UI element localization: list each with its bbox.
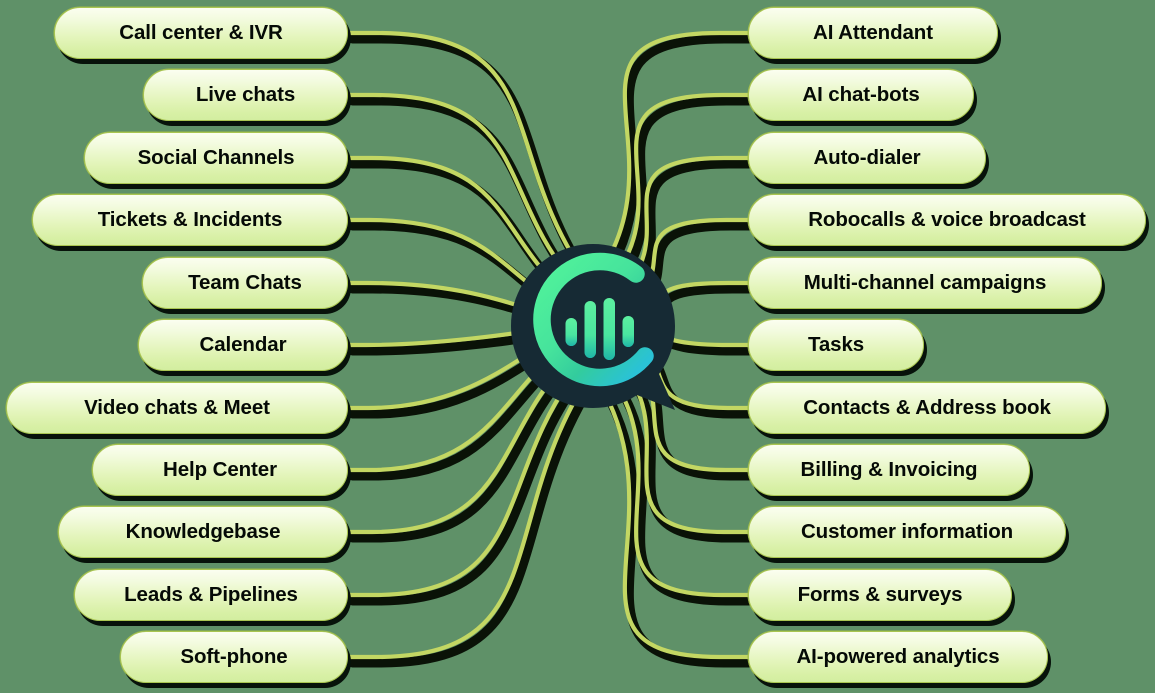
feature-pill-live-chats[interactable]: Live chats — [143, 69, 348, 121]
feature-pill-label: Team Chats — [188, 270, 302, 294]
feature-pill-soft-phone[interactable]: Soft-phone — [120, 631, 348, 683]
feature-pill-label: Customer information — [800, 519, 1014, 543]
feature-pill-label: Auto-dialer — [813, 145, 921, 169]
waveform-bar-2 — [584, 301, 596, 358]
feature-pill-video-chats-and-meet[interactable]: Video chats & Meet — [6, 382, 348, 434]
feature-pill-label: Robocalls & voice broadcast — [808, 207, 1086, 231]
feature-pill-label: Live chats — [195, 82, 296, 106]
feature-pill-contacts-and-address-book[interactable]: Contacts & Address book — [748, 382, 1106, 434]
feature-pill-label: Video chats & Meet — [84, 395, 270, 419]
feature-pill-label: Billing & Invoicing — [800, 457, 978, 481]
waveform-bar-4 — [622, 316, 634, 347]
feature-pill-label: Tasks — [807, 332, 865, 356]
feature-pill-calendar[interactable]: Calendar — [138, 319, 348, 371]
platform-logo — [505, 238, 681, 418]
feature-pill-label: Help Center — [163, 457, 277, 481]
feature-pill-social-channels[interactable]: Social Channels — [84, 132, 348, 184]
feature-pill-ai-attendant[interactable]: AI Attendant — [748, 7, 998, 59]
feature-pill-customer-information[interactable]: Customer information — [748, 506, 1066, 558]
feature-pill-label: Tickets & Incidents — [97, 207, 283, 231]
feature-pill-label: Soft-phone — [180, 644, 288, 668]
feature-pill-label: Knowledgebase — [125, 519, 281, 543]
feature-pill-leads-and-pipelines[interactable]: Leads & Pipelines — [74, 569, 348, 621]
feature-pill-label: AI chat-bots — [802, 82, 920, 106]
feature-pill-label: Contacts & Address book — [803, 395, 1051, 419]
feature-pill-label: Multi-channel campaigns — [803, 270, 1047, 294]
feature-pill-label: Forms & surveys — [797, 582, 963, 606]
feature-pill-label: Leads & Pipelines — [124, 582, 298, 606]
feature-pill-label: Call center & IVR — [119, 20, 283, 44]
feature-pill-label: Social Channels — [137, 145, 295, 169]
feature-pill-call-center-and-ivr[interactable]: Call center & IVR — [54, 7, 348, 59]
feature-pill-robocalls-and-voice-broadcast[interactable]: Robocalls & voice broadcast — [748, 194, 1146, 246]
feature-pill-label: AI-powered analytics — [796, 644, 1000, 668]
feature-pill-tickets-and-incidents[interactable]: Tickets & Incidents — [32, 194, 348, 246]
feature-pill-label: AI Attendant — [813, 20, 933, 44]
feature-pill-billing-and-invoicing[interactable]: Billing & Invoicing — [748, 444, 1030, 496]
waveform-bar-3 — [603, 298, 615, 360]
feature-pill-auto-dialer[interactable]: Auto-dialer — [748, 132, 986, 184]
feature-pill-help-center[interactable]: Help Center — [92, 444, 348, 496]
feature-pill-ai-chat-bots[interactable]: AI chat-bots — [748, 69, 974, 121]
feature-pill-label: Calendar — [199, 332, 287, 356]
feature-pill-tasks[interactable]: Tasks — [748, 319, 924, 371]
feature-pill-multi-channel-campaigns[interactable]: Multi-channel campaigns — [748, 257, 1102, 309]
feature-pill-ai-powered-analytics[interactable]: AI-powered analytics — [748, 631, 1048, 683]
connector-left-soft-phone-shadow — [348, 375, 600, 668]
diagram-canvas: Call center & IVR Live chats Social Channe… — [0, 0, 1155, 693]
feature-pill-team-chats[interactable]: Team Chats — [142, 257, 348, 309]
waveform-bar-1 — [565, 318, 577, 346]
feature-pill-forms-and-surveys[interactable]: Forms & surveys — [748, 569, 1012, 621]
feature-pill-knowledgebase[interactable]: Knowledgebase — [58, 506, 348, 558]
connector-right-ai-powered-analytics-shadow — [593, 375, 757, 668]
